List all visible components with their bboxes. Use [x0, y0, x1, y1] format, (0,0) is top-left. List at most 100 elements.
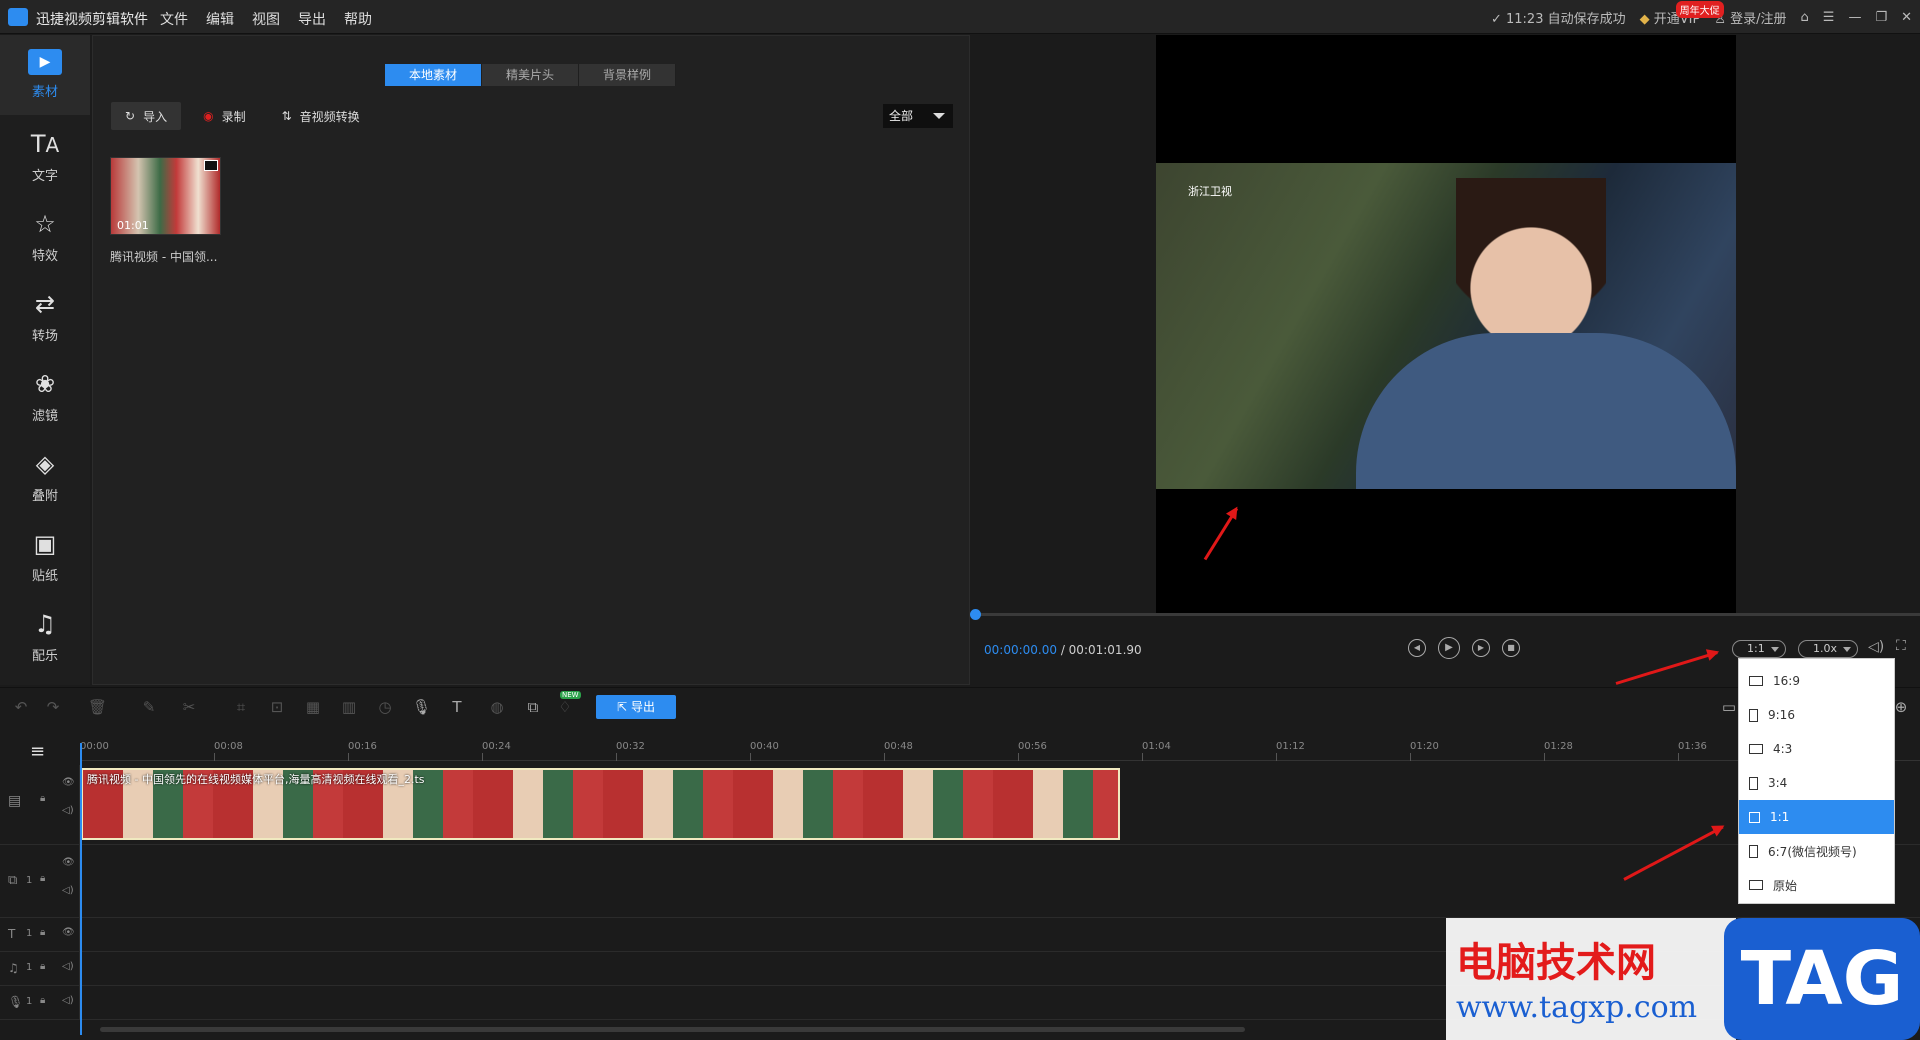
add-track-icon[interactable]: ≡ — [30, 741, 45, 762]
sidebar-item-sticker[interactable]: ▣ 贴纸 — [0, 515, 90, 595]
track-number: 1 — [26, 928, 33, 939]
login-button[interactable]: ♙ 登录/注册 — [1714, 8, 1786, 27]
sidebar-item-music[interactable]: ♫ 配乐 — [0, 595, 90, 675]
text-to-speech-icon[interactable]: T — [448, 698, 466, 716]
watermark-url: www.tagxp.com — [1456, 990, 1698, 1025]
ruler-tick: 00:16 — [348, 741, 377, 761]
volume-icon[interactable]: ◁) — [62, 995, 74, 1006]
chart-icon[interactable]: ▥ — [340, 698, 358, 716]
close-icon[interactable]: ✕ — [1901, 10, 1912, 25]
filter-value: 全部 — [889, 109, 914, 123]
timer-icon[interactable]: ◷ — [376, 698, 394, 716]
time-ruler[interactable]: 00:00 00:08 00:16 00:24 00:32 00:40 00:4… — [80, 741, 1920, 761]
text-icon: TA — [30, 130, 60, 158]
ratio-option-6-7[interactable]: 6:7(微信视频号) — [1739, 834, 1894, 868]
lock-icon[interactable]: 🔒︎ — [40, 995, 45, 1006]
play-icon[interactable]: ▶ — [1438, 637, 1460, 659]
progress-handle[interactable] — [970, 609, 981, 620]
landscape-icon — [1749, 744, 1763, 754]
pip-icon: ⧉ — [8, 873, 18, 888]
ratio-option-1-1[interactable]: 1:1 — [1739, 800, 1894, 834]
edit-icon[interactable]: ✎ — [140, 698, 158, 716]
playback-progress[interactable] — [970, 609, 1920, 620]
volume-icon[interactable]: ◁) — [62, 961, 74, 972]
tab-local-media[interactable]: 本地素材 — [385, 64, 482, 86]
undo-icon[interactable]: ↶ — [12, 698, 30, 716]
sidebar-label: 特效 — [31, 249, 58, 264]
stop-icon[interactable]: ■ — [1502, 639, 1520, 657]
eye-icon[interactable]: 👁︎ — [62, 857, 75, 868]
gift-icon[interactable]: ♢ — [556, 698, 574, 716]
convert-label: 音视频转换 — [299, 109, 360, 124]
speed-select[interactable]: 1.0x — [1798, 640, 1859, 658]
color-icon[interactable]: ◍ — [488, 698, 506, 716]
video-type-icon — [204, 160, 218, 171]
sidebar-item-text[interactable]: TA 文字 — [0, 115, 90, 195]
restore-icon[interactable]: ❐ — [1875, 10, 1887, 25]
sidebar-item-transition[interactable]: ⇄ 转场 — [0, 275, 90, 355]
microphone-icon: 🎙 — [8, 995, 24, 1009]
menu-edit[interactable]: 编辑 — [206, 9, 234, 29]
ratio-option-16-9[interactable]: 16:9 — [1739, 664, 1894, 698]
timeline-scrollbar[interactable] — [100, 1027, 1245, 1032]
lock-icon[interactable]: 🔒︎ — [40, 961, 45, 972]
volume-icon[interactable]: ◁) — [62, 885, 74, 896]
record-icon: ◉ — [203, 109, 214, 123]
microphone-icon[interactable]: 🎙 — [412, 698, 431, 716]
delete-icon[interactable]: 🗑 — [88, 698, 107, 716]
menu-icon[interactable]: ☰ — [1823, 10, 1835, 25]
portrait-icon — [1749, 708, 1758, 722]
menu-file[interactable]: 文件 — [160, 9, 188, 29]
menu-export[interactable]: 导出 — [298, 9, 326, 29]
next-frame-icon[interactable]: ▶ — [1472, 639, 1490, 657]
playhead[interactable] — [80, 743, 82, 1035]
ratio-option-original[interactable]: 原始 — [1739, 868, 1894, 902]
menu-help[interactable]: 帮助 — [344, 9, 372, 29]
video-clip[interactable]: 腾讯视频 - 中国领先的在线视频媒体平台,海量高清视频在线观看_2.ts — [81, 768, 1120, 840]
sidebar-item-filter[interactable]: ❀ 滤镜 — [0, 355, 90, 435]
ratio-option-3-4[interactable]: 3:4 — [1739, 766, 1894, 800]
prev-frame-icon[interactable]: ◀ — [1408, 639, 1426, 657]
vip-button[interactable]: ◆ 开通VIP 周年大促 — [1639, 1, 1724, 27]
fullscreen-icon[interactable]: ⛶ — [1896, 638, 1906, 654]
sidebar-item-overlay[interactable]: ◈ 叠附 — [0, 435, 90, 515]
total-time: / 00:01:01.90 — [1060, 643, 1142, 657]
menu-view[interactable]: 视图 — [252, 9, 280, 29]
redo-icon[interactable]: ↷ — [44, 698, 62, 716]
ruler-tick: 00:08 — [214, 741, 243, 761]
tab-backgrounds[interactable]: 背景样例 — [579, 64, 676, 86]
sidebar-item-effects[interactable]: ☆ 特效 — [0, 195, 90, 275]
tab-intros[interactable]: 精美片头 — [482, 64, 579, 86]
import-button[interactable]: ↻ 导入 — [111, 102, 182, 130]
lock-icon[interactable]: 🔒︎ — [40, 873, 45, 884]
crop-icon[interactable]: ⌗ — [232, 698, 250, 716]
diamond-icon: ◆ — [1639, 12, 1650, 27]
clip-name: 腾讯视频 - 中国领先的在线视频媒体平台,海量高清视频在线观看_2.ts — [87, 773, 425, 786]
lock-icon[interactable]: 🔒︎ — [40, 793, 45, 804]
volume-icon[interactable]: ◁) — [1868, 639, 1884, 655]
record-button[interactable]: ◉ 录制 — [189, 102, 260, 130]
ratio-label: 原始 — [1773, 878, 1798, 893]
cut-icon[interactable]: ✂ — [180, 698, 198, 716]
ratio-option-4-3[interactable]: 4:3 — [1739, 732, 1894, 766]
ratio-option-9-16[interactable]: 9:16 — [1739, 698, 1894, 732]
copy-icon[interactable]: ⧉ — [524, 698, 542, 716]
sidebar-label: 转场 — [31, 329, 58, 344]
resize-icon[interactable]: ⊡ — [268, 698, 286, 716]
media-thumbnail[interactable]: 01:01 — [110, 157, 221, 235]
aspect-ratio-select[interactable]: 1:1 — [1732, 640, 1786, 658]
lock-icon[interactable]: 🔒︎ — [40, 927, 45, 938]
tool-sidebar: ▶ 素材 TA 文字 ☆ 特效 ⇄ 转场 ❀ 滤镜 ◈ 叠附 ▣ 贴纸 ♫ 配乐 — [0, 35, 90, 685]
sidebar-item-media[interactable]: ▶ 素材 — [0, 35, 90, 115]
ratio-label: 4:3 — [1773, 742, 1793, 756]
eye-icon[interactable]: 👁︎ — [62, 777, 75, 788]
subtitle-icon[interactable]: ▭ — [1720, 698, 1738, 716]
convert-button[interactable]: ⇅ 音视频转换 — [268, 102, 374, 130]
eye-icon[interactable]: 👁︎ — [62, 927, 75, 938]
volume-icon[interactable]: ◁) — [62, 805, 74, 816]
minimize-icon[interactable]: — — [1848, 10, 1861, 25]
export-button[interactable]: ⇱ 导出 — [596, 695, 676, 719]
home-icon[interactable]: ⌂ — [1801, 10, 1809, 25]
media-filter-select[interactable]: 全部 — [883, 104, 953, 128]
mosaic-icon[interactable]: ▦ — [304, 698, 322, 716]
